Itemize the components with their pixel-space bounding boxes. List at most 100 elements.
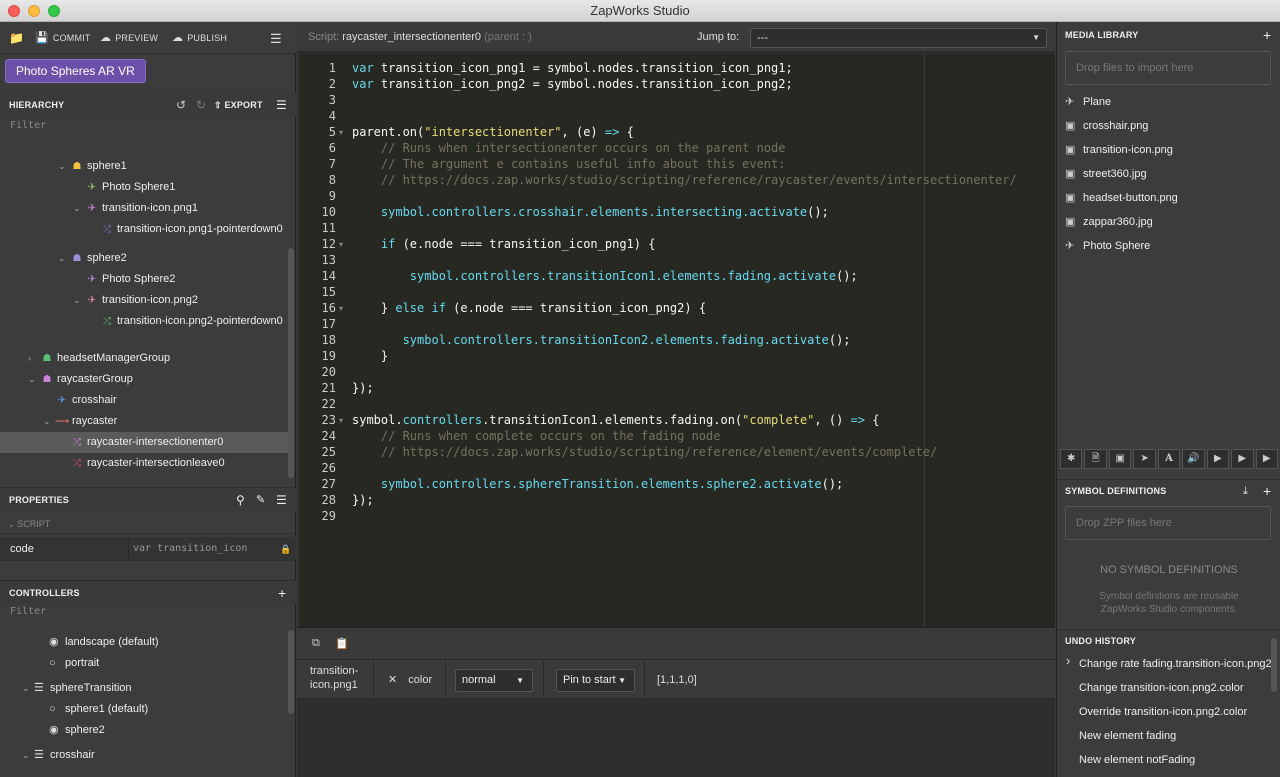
fold-icon[interactable]: ▾	[339, 304, 343, 313]
code-line[interactable]: symbol.controllers.transitionIcon1.eleme…	[352, 268, 858, 284]
controller-group[interactable]: ⌄ ☰ sphereTransition	[0, 678, 288, 699]
code-line[interactable]: symbol.controllers.sphereTransition.elem…	[352, 476, 843, 492]
hierarchy-node[interactable]: ✈ Photo Sphere2	[0, 269, 288, 290]
copy-icon[interactable]: ⧉	[312, 637, 320, 650]
hierarchy-node[interactable]: ✈ crosshair	[0, 390, 288, 411]
add-controller-icon[interactable]: +	[278, 581, 286, 605]
easing-select[interactable]: normal ▼	[455, 669, 533, 692]
rocket-filter-icon[interactable]: ➤	[1133, 449, 1156, 469]
chevron-down-icon[interactable]: ⌄	[22, 678, 30, 699]
add-symbol-icon[interactable]: +	[1263, 480, 1271, 502]
code-line[interactable]: }	[352, 348, 388, 364]
audio-icon[interactable]: 🔊	[1182, 449, 1205, 469]
hierarchy-node[interactable]: ⤮ transition-icon.png1-pointerdown0	[0, 219, 288, 240]
code-line[interactable]: });	[352, 492, 374, 508]
hierarchy-node[interactable]: ⤮ transition-icon.png2-pointerdown0	[0, 311, 288, 332]
code-line[interactable]: var transition_icon_png2 = symbol.nodes.…	[352, 76, 793, 92]
media-item[interactable]: ▣ crosshair.png	[1065, 115, 1148, 137]
undo-icon[interactable]: ↺	[176, 93, 186, 117]
chevron-down-icon[interactable]: ⌄	[73, 290, 81, 311]
undo-history-item[interactable]: New element notFading	[1079, 748, 1195, 772]
folder-button[interactable]: 📁	[9, 31, 24, 45]
code-line[interactable]: symbol.controllers.transitionIcon1.eleme…	[352, 412, 879, 428]
controller-state[interactable]: ○ sphere1 (default)	[0, 699, 288, 720]
chevron-down-icon[interactable]: ⌄	[22, 745, 30, 766]
code-line[interactable]: } else if (e.node === transition_icon_pn…	[352, 300, 706, 316]
media-drop-zone[interactable]: Drop files to import here	[1065, 51, 1271, 85]
project-name-button[interactable]: Photo Spheres AR VR	[5, 59, 146, 83]
zoom-window-button[interactable]	[48, 5, 60, 17]
code-line[interactable]: // Runs when intersectionenter occurs on…	[352, 140, 786, 156]
controller-group[interactable]: ⌄ ☰ crosshair	[0, 745, 288, 766]
preview-button[interactable]: ☁ PREVIEW	[100, 31, 158, 44]
undo-history-item[interactable]: Change rate fading.transition-icon.png2	[1079, 652, 1272, 676]
chevron-down-icon[interactable]: ⌄	[73, 198, 81, 219]
search-icon[interactable]: ⚲	[236, 488, 245, 512]
hierarchy-node[interactable]: ⌄ ✈ transition-icon.png2	[0, 290, 288, 311]
undo-history-item[interactable]: Override transition-icon.png2.color	[1079, 700, 1247, 724]
hierarchy-node[interactable]: ✈ Photo Sphere1	[0, 177, 288, 198]
hierarchy-node[interactable]: ⌄ ☗ raycasterGroup	[0, 369, 288, 390]
code-line[interactable]: // https://docs.zap.works/studio/scripti…	[352, 172, 1017, 188]
add-media-icon[interactable]: +	[1263, 24, 1271, 46]
media-item[interactable]: ✈ Plane	[1065, 91, 1111, 113]
remove-icon[interactable]: ✕	[388, 674, 397, 686]
paste-icon[interactable]: 📋	[335, 637, 349, 650]
code-line[interactable]: symbol.controllers.crosshair.elements.in…	[352, 204, 829, 220]
export-button[interactable]: ⇧ EXPORT	[214, 93, 263, 117]
controllers-filter-input[interactable]: Filter	[0, 603, 290, 621]
hierarchy-node[interactable]: ⌄ ⟶ raycaster	[0, 411, 288, 432]
undo-history-item[interactable]: Change transition-icon.png2.color	[1079, 676, 1244, 700]
code-editor[interactable]: 1 2 3 4 5 ▾ 6 7 8 9 10 11 12 ▾ 13 14 15 16 ▾ 17 18 19 20 21 22 23…	[300, 54, 1055, 627]
code-property-value[interactable]: var transition_icon	[133, 537, 247, 561]
media-item[interactable]: ▣ zappar360.jpg	[1065, 211, 1153, 233]
menu-button[interactable]: ☰	[270, 31, 282, 47]
asterisk-icon[interactable]: ✱	[1060, 449, 1083, 469]
code-line[interactable]: var transition_icon_png1 = symbol.nodes.…	[352, 60, 793, 76]
controller-state[interactable]: ◉ landscape (default)	[0, 632, 288, 653]
controllers-scrollbar[interactable]	[288, 630, 294, 714]
redo-icon[interactable]: ↻	[196, 93, 206, 117]
hierarchy-node[interactable]: ⌄ ☗ sphere2	[0, 248, 288, 269]
hierarchy-node[interactable]: ⌄ ☗ sphere1	[0, 156, 288, 177]
pin-select[interactable]: Pin to start ▼	[556, 669, 635, 692]
hierarchy-node[interactable]: › ☗ headsetManagerGroup	[0, 348, 288, 369]
close-window-button[interactable]	[8, 5, 20, 17]
undo-scrollbar[interactable]	[1271, 638, 1277, 692]
media-item[interactable]: ▣ street360.jpg	[1065, 163, 1147, 185]
file-icon[interactable]: 🗎	[1084, 449, 1107, 469]
code-line[interactable]: // https://docs.zap.works/studio/scripti…	[352, 444, 937, 460]
undo-history-item[interactable]: New element fading	[1079, 724, 1176, 748]
code-line[interactable]: if (e.node === transition_icon_png1) {	[352, 236, 656, 252]
hierarchy-filter-input[interactable]: Filter	[0, 117, 290, 135]
hierarchy-node[interactable]: ⌄ ✈ transition-icon.png1	[0, 198, 288, 219]
chevron-right-icon[interactable]: ›	[28, 348, 31, 369]
controller-state[interactable]: ◉ sphere2	[0, 720, 288, 741]
chevron-down-icon[interactable]: ⌄	[43, 411, 51, 432]
download-icon[interactable]: ⤓	[1243, 480, 1248, 502]
media-item[interactable]: ▣ transition-icon.png	[1065, 139, 1173, 161]
hierarchy-scrollbar[interactable]	[288, 248, 294, 478]
code-line[interactable]: symbol.controllers.transitionIcon2.eleme…	[352, 332, 851, 348]
controller-state[interactable]: ○ portrait	[0, 653, 288, 674]
pencil-icon[interactable]: ✎	[256, 488, 265, 512]
symbol-drop-zone[interactable]: Drop ZPP files here	[1065, 506, 1271, 540]
code-line[interactable]: parent.on("intersectionenter", (e) => {	[352, 124, 634, 140]
video-icon[interactable]: ▶	[1206, 449, 1230, 469]
script-section-header[interactable]: ⌄ SCRIPT	[0, 514, 296, 534]
properties-menu-icon[interactable]: ☰	[276, 488, 287, 512]
font-icon[interactable]: A	[1157, 449, 1181, 469]
code-line[interactable]: });	[352, 380, 374, 396]
fold-icon[interactable]: ▾	[339, 128, 343, 137]
fold-icon[interactable]: ▾	[339, 416, 343, 425]
media-item[interactable]: ✈ Photo Sphere	[1065, 235, 1150, 257]
hierarchy-node[interactable]: ⤮ raycaster-intersectionleave0	[0, 453, 288, 474]
timeline-value[interactable]: [1,1,1,0]	[657, 660, 697, 700]
code-line[interactable]: // Runs when complete occurs on the fadi…	[352, 428, 721, 444]
chevron-down-icon[interactable]: ⌄	[28, 369, 36, 390]
commit-button[interactable]: 💾 COMMIT	[35, 31, 91, 44]
hierarchy-menu-icon[interactable]: ☰	[276, 93, 287, 117]
video-icon-2[interactable]: ▶	[1231, 449, 1254, 469]
media-item[interactable]: ▣ headset-button.png	[1065, 187, 1178, 209]
publish-button[interactable]: ☁ PUBLISH	[172, 31, 227, 44]
